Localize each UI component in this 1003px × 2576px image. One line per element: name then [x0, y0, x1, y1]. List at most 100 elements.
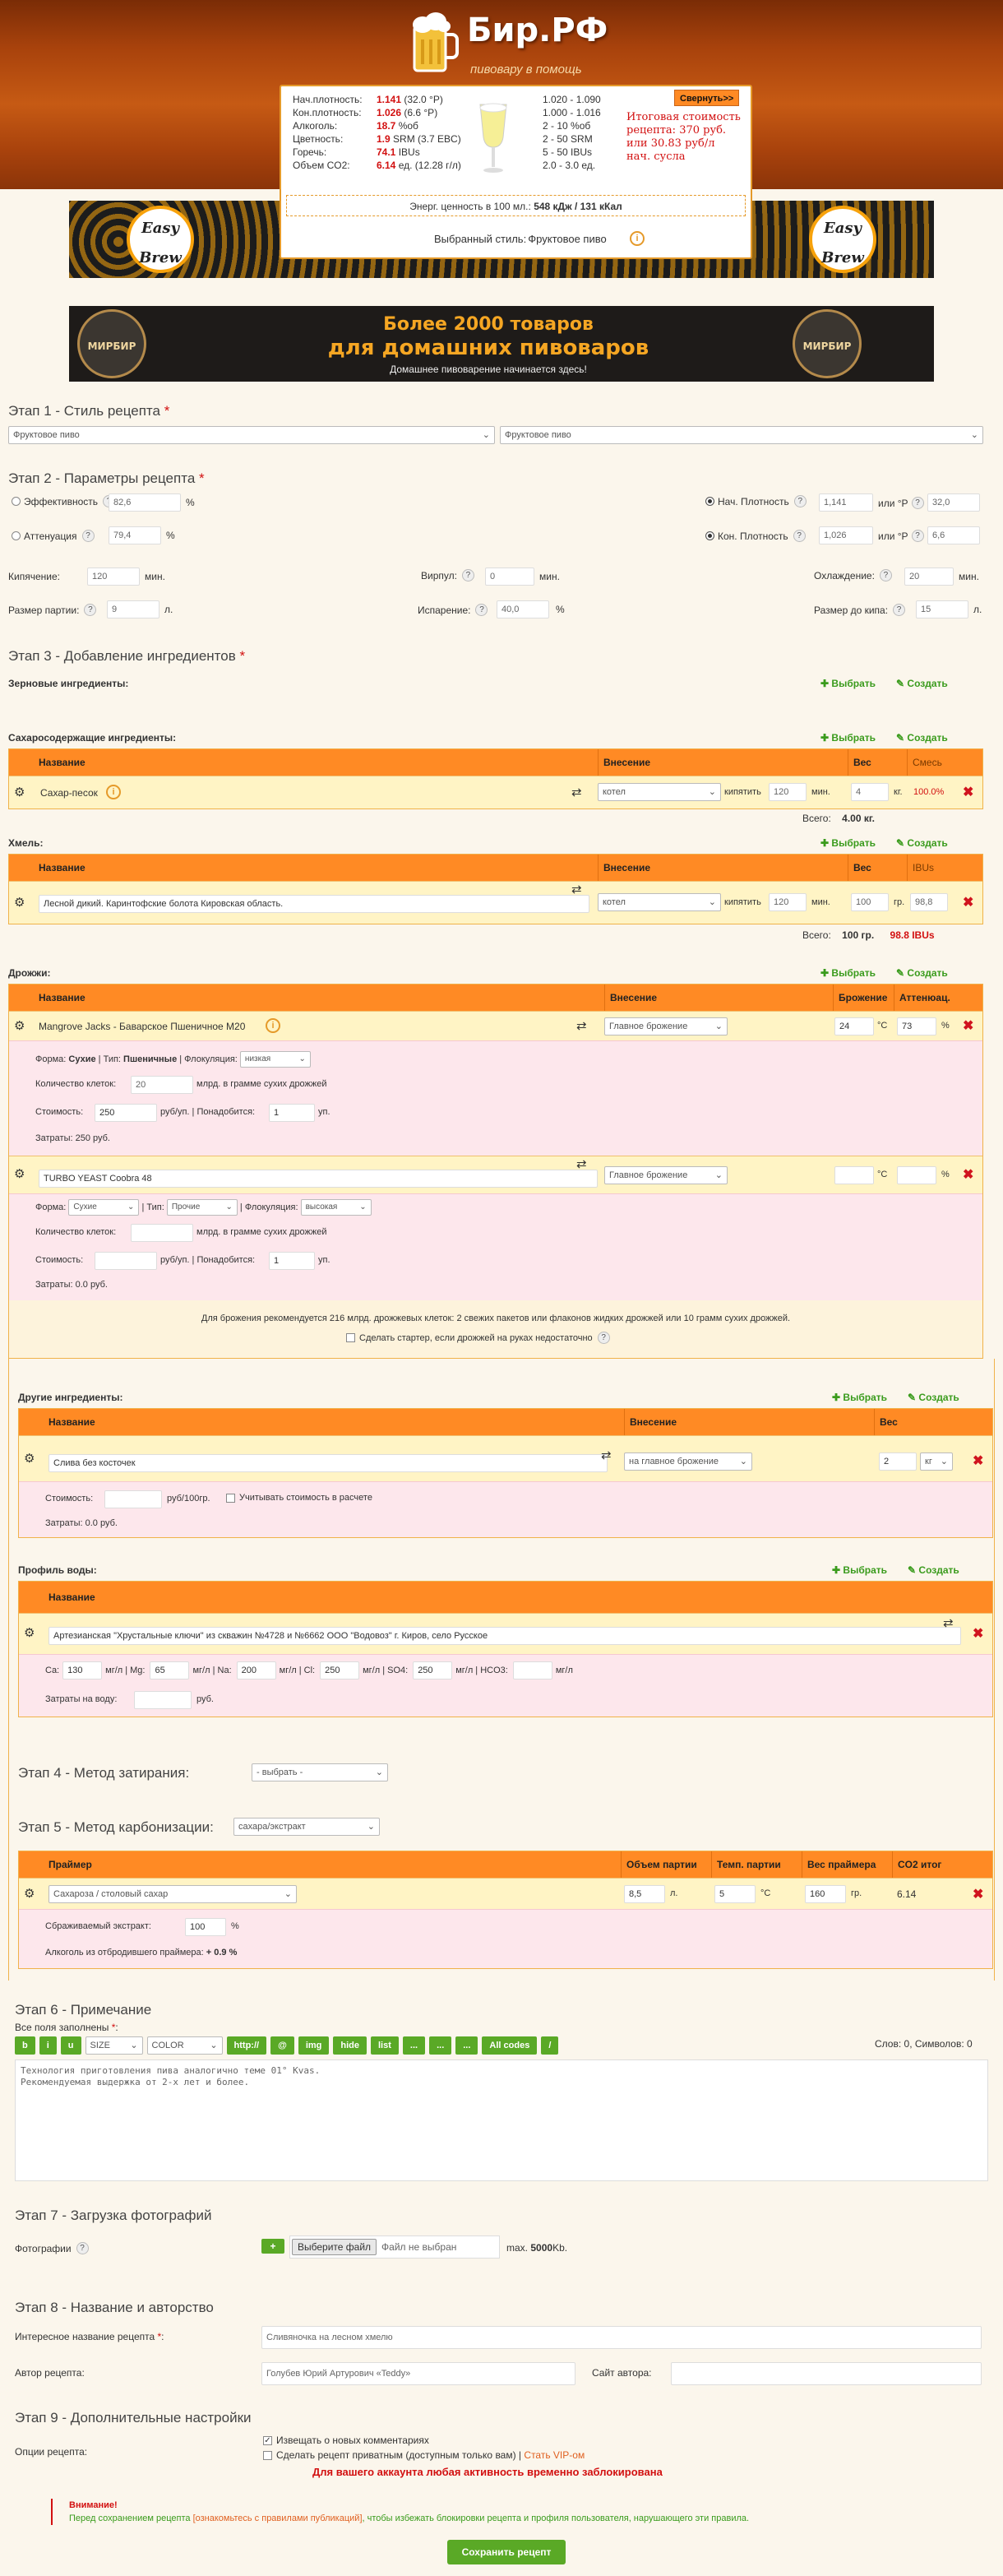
yeast1-addition-select[interactable]: Главное брожение ⌄ [604, 1017, 728, 1035]
style-info-icon[interactable]: i [630, 231, 645, 246]
primer-volume-input[interactable]: 8,5 [624, 1885, 665, 1903]
og-radio[interactable] [705, 497, 714, 506]
preboil-input[interactable]: 15 [916, 600, 968, 619]
notes-textarea[interactable]: Технология приготовления пива аналогично… [15, 2059, 988, 2181]
fg-input[interactable]: 1,026 [819, 526, 873, 544]
yeast1-cost-input[interactable]: 250 [95, 1104, 157, 1122]
efficiency-radio[interactable] [12, 497, 21, 506]
attenuation-radio[interactable] [12, 531, 21, 540]
recipe-name-input[interactable]: Сливяночка на лесном хмелю [261, 2326, 982, 2349]
boil-input[interactable]: 120 [87, 568, 140, 586]
swap-icon[interactable]: ⇄ [943, 1615, 954, 1630]
notify-checkbox[interactable]: ✓ [263, 2435, 272, 2445]
yeast1-temp-input[interactable]: 24 [834, 1017, 874, 1035]
grains-select-link[interactable]: ✚ Выбрать [820, 678, 876, 689]
hop-ibu-input[interactable]: 98,8 [910, 893, 948, 911]
choose-file-button[interactable]: Выберите файл [292, 2239, 377, 2255]
yeast1-atten-input[interactable]: 73 [897, 1017, 936, 1035]
yeast1-need-input[interactable]: 1 [269, 1104, 315, 1122]
yeast2-type-select[interactable]: Прочие ⌄ [166, 1199, 238, 1216]
sugar-time-input[interactable]: 120 [769, 783, 807, 801]
swap-icon[interactable]: ⇄ [571, 882, 582, 897]
img-button[interactable]: img [298, 2036, 330, 2055]
primer-weight-input[interactable]: 160 [805, 1885, 846, 1903]
delete-icon[interactable]: ✖ [963, 1017, 973, 1034]
hide-button[interactable]: hide [333, 2036, 367, 2055]
style-select[interactable]: Фруктовое пиво ⌄ [500, 426, 983, 444]
hops-select-link[interactable]: ✚ Выбрать [820, 837, 876, 849]
style-category-select[interactable]: Фруктовое пиво ⌄ [8, 426, 495, 444]
mirbir-banner[interactable]: МИРБИР МИРБИР Более 2000 товаров для дом… [69, 306, 934, 382]
add-photo-button[interactable]: + [261, 2239, 284, 2254]
swap-icon[interactable]: ⇄ [576, 1018, 587, 1033]
color-select[interactable]: COLOR ⌄ [146, 2036, 223, 2055]
private-checkbox[interactable] [263, 2450, 272, 2460]
fg-p-input[interactable]: 6,6 [927, 526, 980, 544]
yeast2-temp-input[interactable] [834, 1166, 874, 1184]
yeast2-atten-input[interactable] [897, 1166, 936, 1184]
email-button[interactable]: @ [270, 2036, 294, 2055]
primer-select[interactable]: Сахароза / столовый сахар ⌄ [49, 1885, 297, 1903]
bold-button[interactable]: b [15, 2036, 35, 2055]
delete-icon[interactable]: ✖ [963, 1166, 973, 1183]
water-name-input[interactable]: Артезианская "Хрустальные ключи" из сква… [49, 1627, 961, 1645]
swap-icon[interactable]: ⇄ [601, 1448, 612, 1462]
ion-input[interactable]: 200 [236, 1661, 276, 1679]
grains-create-link[interactable]: ✎ Создать [896, 678, 948, 689]
yeast2-form-select[interactable]: Сухие ⌄ [68, 1199, 140, 1216]
delete-icon[interactable]: ✖ [963, 894, 973, 910]
info-icon[interactable]: i [106, 785, 121, 799]
swap-icon[interactable]: ⇄ [571, 785, 582, 799]
sugar-addition-select[interactable]: котел ⌄ [598, 783, 721, 801]
more-button-3[interactable]: ... [455, 2036, 478, 2055]
water-select-link[interactable]: ✚ Выбрать [832, 1564, 887, 1576]
more-button-1[interactable]: ... [402, 2036, 426, 2055]
extract-input[interactable]: 100 [185, 1918, 226, 1936]
yeast2-name-input[interactable]: TURBO YEAST Coobra 48 [39, 1170, 598, 1188]
hop-weight-input[interactable]: 100 [851, 893, 889, 911]
size-select[interactable]: SIZE ⌄ [85, 2036, 143, 2055]
yeast-create-link[interactable]: ✎ Создать [896, 967, 948, 979]
ion-input[interactable]: 250 [320, 1661, 360, 1679]
close-tags-button[interactable]: / [541, 2036, 559, 2055]
og-p-input[interactable]: 32,0 [927, 493, 980, 512]
gear-icon[interactable]: ⚙ [14, 1018, 25, 1033]
yeast-select-link[interactable]: ✚ Выбрать [820, 967, 876, 979]
collapse-button[interactable]: Свернуть>> [674, 90, 740, 106]
include-cost-checkbox[interactable] [226, 1493, 235, 1503]
gear-icon[interactable]: ⚙ [24, 1625, 35, 1640]
gear-icon[interactable]: ⚙ [14, 895, 25, 910]
other-weight-input[interactable]: 2 [879, 1452, 917, 1471]
other-select-link[interactable]: ✚ Выбрать [832, 1392, 887, 1403]
carbonation-method-select[interactable]: сахара/экстракт ⌄ [233, 1818, 380, 1836]
sugar-weight-input[interactable]: 4 [851, 783, 889, 801]
water-cost-input[interactable] [134, 1691, 192, 1709]
info-icon[interactable]: i [266, 1018, 280, 1033]
gear-icon[interactable]: ⚙ [24, 1886, 35, 1901]
delete-icon[interactable]: ✖ [973, 1625, 983, 1642]
delete-icon[interactable]: ✖ [973, 1886, 983, 1902]
yeast2-addition-select[interactable]: Главное брожение ⌄ [604, 1166, 728, 1184]
url-button[interactable]: http:// [226, 2036, 267, 2055]
yeast2-floc-select[interactable]: высокая ⌄ [300, 1199, 372, 1216]
hops-create-link[interactable]: ✎ Создать [896, 837, 948, 849]
yeast1-name[interactable]: Mangrove Jacks - Баварское Пшеничное M20 [39, 1021, 245, 1032]
other-name-input[interactable]: Слива без косточек [49, 1454, 608, 1472]
sugars-select-link[interactable]: ✚ Выбрать [820, 732, 876, 744]
more-button-2[interactable]: ... [429, 2036, 452, 2055]
underline-button[interactable]: u [60, 2036, 81, 2055]
cooling-input[interactable]: 20 [904, 568, 954, 586]
delete-icon[interactable]: ✖ [973, 1452, 983, 1469]
file-input[interactable]: Выберите файл Файл не выбран [289, 2235, 500, 2259]
starter-checkbox[interactable] [346, 1333, 355, 1342]
batch-input[interactable]: 9 [107, 600, 159, 619]
other-cost-input[interactable] [104, 1490, 162, 1508]
author-input[interactable]: Голубев Юрий Артурович «Teddy» [261, 2362, 575, 2385]
yeast1-floc-select[interactable]: низкая ⌄ [239, 1051, 311, 1068]
sugars-create-link[interactable]: ✎ Создать [896, 732, 948, 744]
sugar-name[interactable]: Сахар-песок [40, 787, 98, 799]
ion-input[interactable] [512, 1661, 552, 1679]
other-create-link[interactable]: ✎ Создать [908, 1392, 959, 1403]
ion-input[interactable]: 250 [413, 1661, 453, 1679]
swap-icon[interactable]: ⇄ [576, 1156, 587, 1171]
